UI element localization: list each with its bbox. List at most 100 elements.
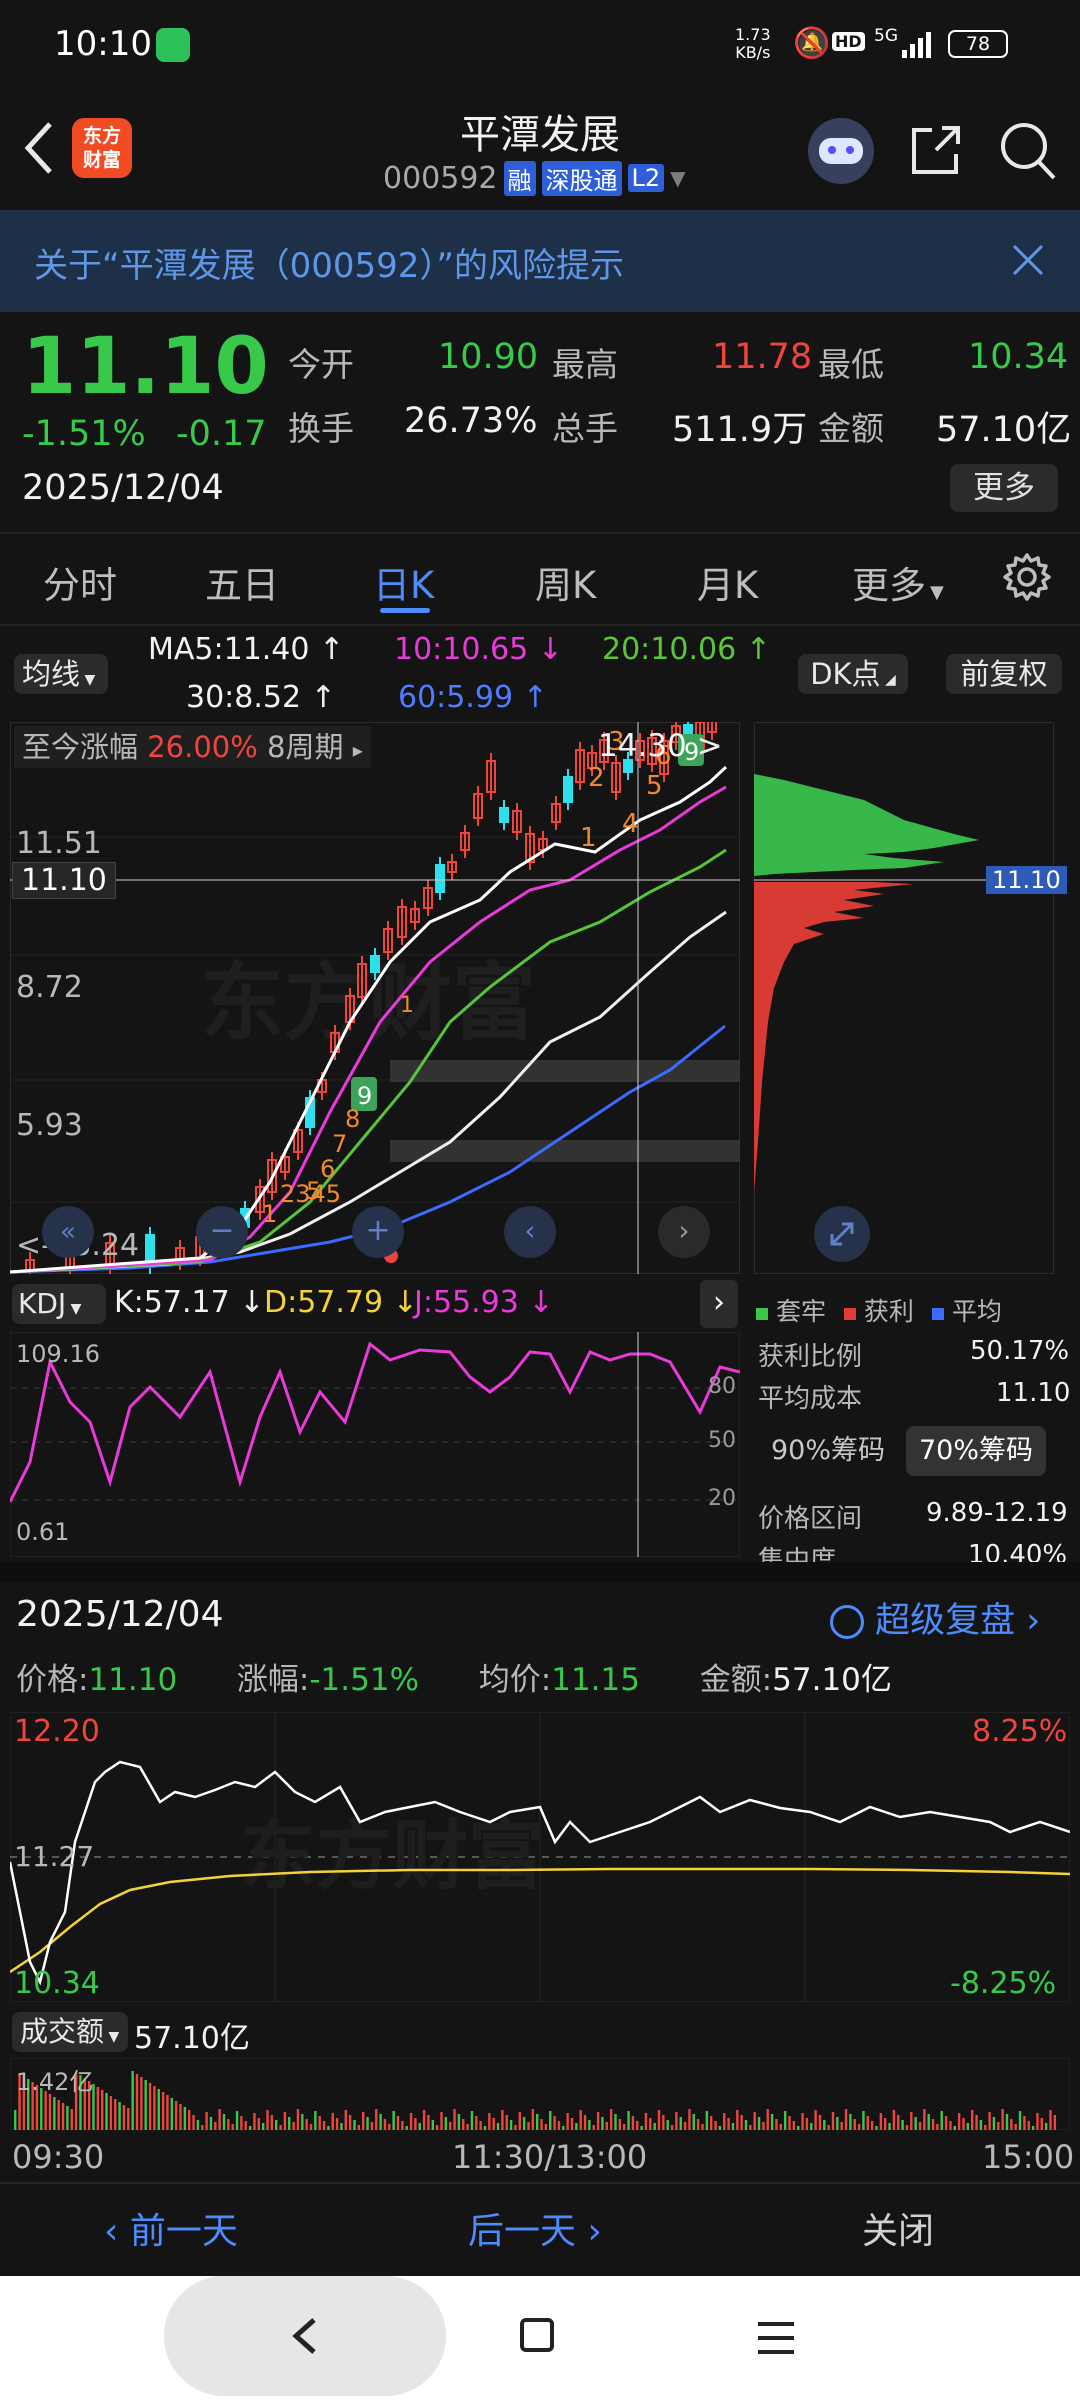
time-start: 09:30: [12, 2138, 105, 2176]
tab-five-day[interactable]: 五日: [205, 555, 279, 609]
volume-bar: [418, 2123, 421, 2130]
volume-bar: [596, 2112, 600, 2130]
volume-bar: [679, 2117, 682, 2130]
open-value: 10.90: [438, 337, 539, 377]
dk-point-button[interactable]: DK点 ◢: [798, 654, 908, 694]
volume-bar: [514, 2125, 517, 2130]
close-button[interactable]: 关闭: [862, 2202, 934, 2254]
volume-bar: [357, 2125, 361, 2130]
tab-intraday[interactable]: 分时: [43, 555, 117, 609]
volume-bar: [918, 2122, 922, 2130]
robot-assistant-icon[interactable]: [808, 118, 874, 184]
ma-selector[interactable]: 均线 ▼: [14, 654, 108, 694]
volume-bar: [605, 2122, 608, 2130]
volume-bar: [583, 2115, 587, 2130]
volume-bar: [984, 2125, 987, 2130]
tab-more[interactable]: 更多 ▼: [852, 555, 944, 609]
chip-price-label: 11.10: [986, 866, 1067, 894]
search-icon[interactable]: [998, 118, 1058, 186]
status-time: 10:10: [54, 24, 152, 64]
volume-bar: [814, 2110, 817, 2130]
volume-bar: [675, 2112, 678, 2130]
price-axis-3: 8.72: [16, 970, 83, 1005]
volume-bar: [253, 2113, 256, 2130]
dk-marker: 2: [588, 763, 605, 793]
volume-selector[interactable]: 成交额 ▼: [12, 2012, 128, 2052]
step-right-button[interactable]: ›: [658, 1206, 710, 1258]
volume-bar: [549, 2111, 552, 2130]
volume-bar: [309, 2124, 313, 2130]
chip-tab-70[interactable]: 70%筹码: [906, 1426, 1046, 1476]
kdj-selector[interactable]: KDJ ▼: [12, 1284, 106, 1324]
settings-icon[interactable]: [1002, 552, 1052, 606]
volume-bar: [910, 2112, 913, 2130]
ma30-value: 30:8.52 ↑: [186, 680, 336, 715]
volume-bar: [797, 2126, 800, 2130]
intraday-stats: 价格:11.10 涨幅:-1.51% 均价:11.15 金额:57.10亿: [16, 1662, 892, 1698]
next-day-button[interactable]: 后一天 ›: [468, 2202, 602, 2254]
avg-cost-value: 11.10: [996, 1378, 1071, 1408]
chip-tab-90[interactable]: 90%筹码: [758, 1426, 898, 1476]
volume-bar: [705, 2111, 709, 2130]
scroll-left-button[interactable]: «: [42, 1206, 94, 1258]
more-button[interactable]: 更多: [950, 464, 1058, 512]
super-replay-button[interactable]: 超级复盘 ›: [830, 1592, 1040, 1643]
stock-code-row[interactable]: 000592 融 深股通 L2 ▼: [383, 160, 686, 196]
kdj-bottom-label: 0.61: [16, 1518, 70, 1546]
volume-bar: [222, 2114, 226, 2130]
volume-bar: [257, 2118, 260, 2130]
volume-bar: [466, 2124, 469, 2130]
zoom-in-button[interactable]: +: [352, 1206, 404, 1258]
volume-bar: [105, 2093, 108, 2130]
dropdown-icon: ▼: [930, 582, 944, 603]
volume-bar: [579, 2110, 582, 2130]
volume-bar: [783, 2111, 787, 2130]
volume-bar: [723, 2113, 726, 2130]
expand-icon[interactable]: [814, 1206, 870, 1262]
volume-bar: [1053, 2115, 1057, 2130]
volume-bar: [153, 2086, 156, 2130]
volume-bar: [927, 2114, 930, 2130]
step-left-button[interactable]: ‹: [504, 1206, 556, 1258]
kline-chart[interactable]: 东方财富 1 4 2 1 3 5 6 9 9 8 7 6 5 2345 1: [10, 722, 740, 1274]
volume-bar: [649, 2118, 652, 2130]
connect-badge: 深股通: [541, 160, 622, 196]
volume-bar: [936, 2124, 939, 2130]
volume-bar: [975, 2115, 978, 2130]
volume-bar: [483, 2126, 487, 2130]
dropdown-icon: ▼: [66, 1301, 82, 1317]
volume-bar: [296, 2109, 300, 2130]
volume-bar: [244, 2121, 247, 2130]
volume-bar: [322, 2121, 326, 2130]
volume-bar: [248, 2126, 252, 2130]
chip-distribution[interactable]: [754, 722, 1054, 1274]
zoom-out-button[interactable]: −: [196, 1206, 248, 1258]
volume-bar: [788, 2116, 791, 2130]
margin-badge: 融: [503, 160, 536, 196]
nav-home-button[interactable]: [520, 2318, 554, 2352]
profit-ratio-label: 获利比例: [758, 1342, 863, 1372]
tab-monthly-k[interactable]: 月K: [697, 555, 758, 609]
volume-bar: [992, 2117, 996, 2130]
gain-value: 26.00%: [147, 730, 258, 764]
volume-bar: [857, 2124, 861, 2130]
volume-bar: [479, 2121, 482, 2130]
risk-banner[interactable]: 关于“平潭发展（000592）”的风险提示: [0, 210, 1080, 312]
volume-bar: [1014, 2124, 1017, 2130]
volume-bar: [396, 2116, 400, 2130]
kdj-expand-button[interactable]: ›: [700, 1280, 738, 1328]
share-icon[interactable]: [906, 120, 966, 184]
tab-weekly-k[interactable]: 周K: [535, 555, 596, 609]
nav-menu-button[interactable]: [756, 2320, 796, 2360]
close-icon[interactable]: [1010, 242, 1046, 282]
tab-daily-k[interactable]: 日K: [373, 555, 434, 609]
nav-back-button[interactable]: [164, 2276, 446, 2396]
volume-bar: [901, 2120, 904, 2130]
time-mid: 11:30/13:00: [452, 2138, 648, 2176]
adjust-button[interactable]: 前复权: [946, 654, 1062, 694]
volume-bar: [1027, 2121, 1030, 2130]
prev-day-button[interactable]: ‹ 前一天: [104, 2202, 238, 2254]
signal-label: 5G: [874, 26, 898, 46]
volume-bar: [757, 2117, 761, 2130]
volume-bar: [744, 2120, 748, 2130]
